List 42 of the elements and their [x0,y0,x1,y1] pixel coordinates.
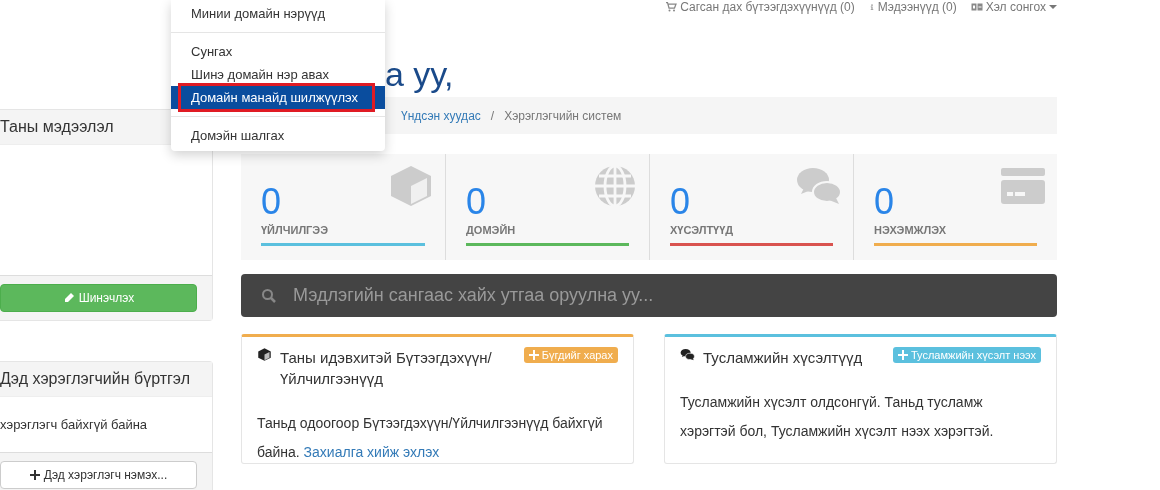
panel-title: Тусламжийн хүсэлтүүд [703,348,864,368]
chat-icon [680,347,695,362]
panel-title: Таны идэвхитэй Бүтээгдэхүүн/Үйлчилгээнүүд [280,348,493,389]
panel-title: Дэд хэрэглэгчийн бүртгэл [0,370,190,388]
panel-title: Таны мэдээлэл [0,118,114,136]
stat-value: 0 [874,182,896,222]
nav-link[interactable]: Мэдээнүүд (0) [868,0,957,14]
panel-text: хэрэглэгч байхгүй байна [0,417,148,432]
cube-icon [257,347,272,362]
stat-label: ДОМЭЙН [466,224,517,236]
page-heading: а уу, [385,54,455,94]
breadcrumb-link[interactable]: Үндсэн хуудас [401,108,481,123]
stat-value: 0 [261,182,283,222]
stat-label: ҮЙЛЧИЛГЭЭ [261,224,329,236]
order-link[interactable]: Захиалга хийж эхлэх [303,444,440,460]
caret-icon [1049,4,1057,10]
plus-icon [897,350,908,360]
menu-item[interactable]: Домэйн шалгах [171,124,385,147]
pencil-icon [62,292,75,304]
add-button[interactable]: Дэд хэрэглэгч нэмэх... [0,461,197,489]
breadcrumb-separator: / [490,108,495,123]
language-icon [970,1,983,13]
plus-icon [29,470,40,480]
search-icon [261,287,277,304]
menu-item[interactable]: Домайн манайд шилжүүлэх [171,86,385,109]
nav-link[interactable]: Хэл сонгох [970,0,1057,14]
panel-text: Тусламжийн хүсэлт олдсонгүй. Таньд тусламж хэрэгтэй бол, Тусламжийн хүсэлт нээх хэрэгтэй. [680,393,995,441]
menu-item[interactable]: Минии домайн нэрүүд [171,2,385,25]
search-field[interactable]: Мэдлэгийн сангаас хайх утгаа оруулна уу... [241,274,1057,317]
cart-icon [665,1,678,13]
menu-item[interactable]: Сунгах [171,40,385,63]
panel-text: Таньд одоогоор Бүтээгдэхүүн/Үйлчилгээнүүд байхгүй байна. Захиалга хийж эхлэх [257,414,604,462]
menu-item[interactable]: Шинэ домайн нэр авах [171,63,385,86]
search-input[interactable]: Мэдлэгийн сангаас хайх утгаа оруулна уу... [291,284,1035,307]
stat-label: ХҮСЭЛТҮҮД [670,224,735,236]
plus-icon [528,350,539,360]
update-button[interactable]: Шинэчлэх [0,284,197,312]
stat-value: 0 [670,182,692,222]
breadcrumb-current: Хэрэглэгчийн систем [504,108,622,123]
stat-label: НЭХЭМЖЛЭХ [874,224,948,236]
nav-link[interactable]: Сагсан дах бүтээгдэхүүнүүд (0) [665,0,855,14]
stat-value: 0 [466,182,488,222]
